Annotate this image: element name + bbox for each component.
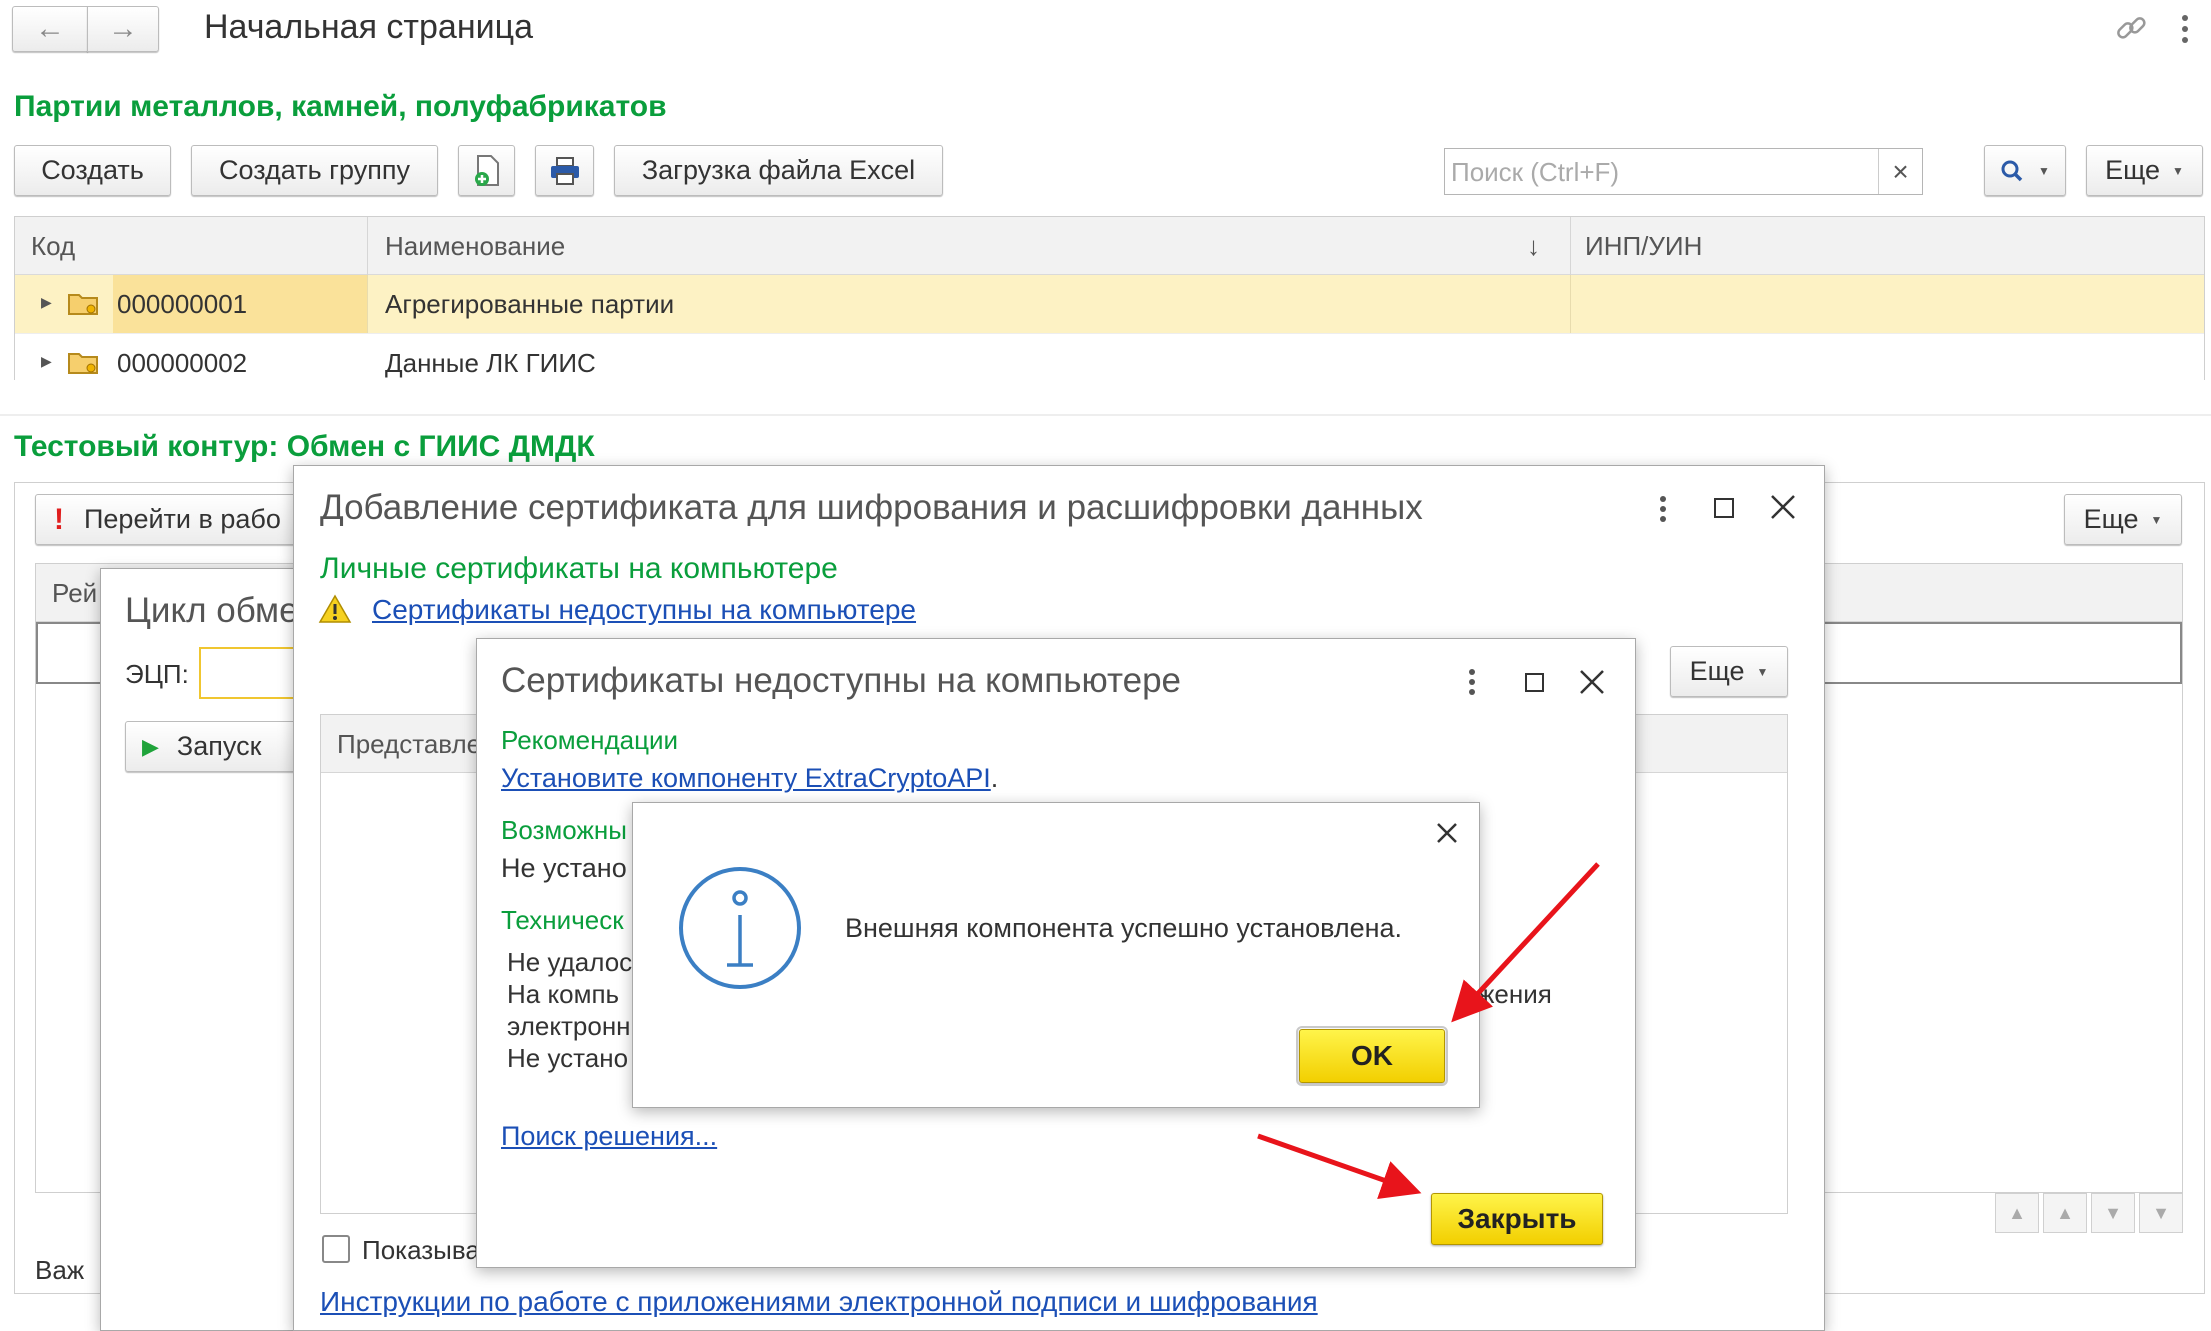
annotation-arrows [1257,862,1600,1199]
arrow-to-close [1257,1133,1422,1199]
arrow-to-ok [1451,862,1600,1023]
